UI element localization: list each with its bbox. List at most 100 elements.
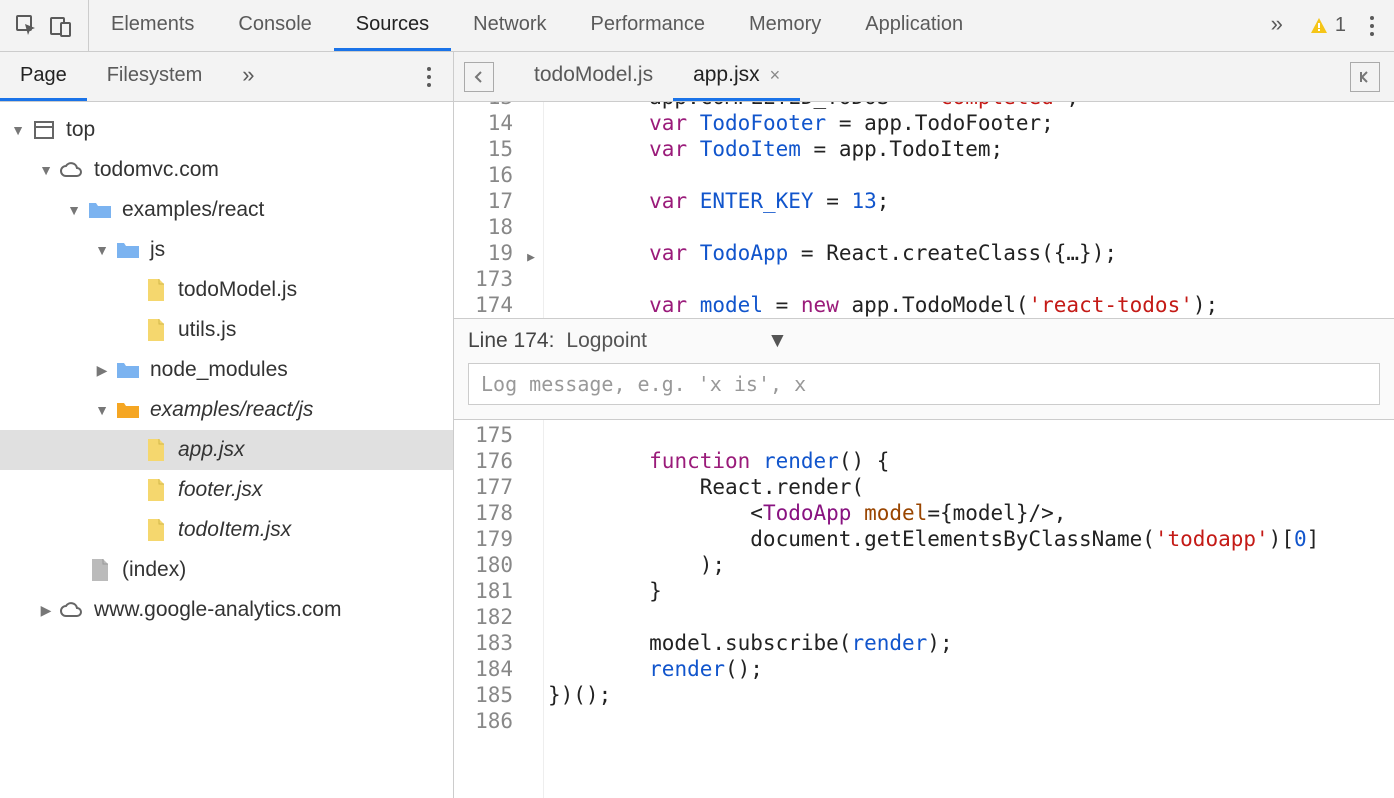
tree-item[interactable]: ▶ node_modules [0,350,453,390]
show-debugger-button[interactable] [1350,62,1380,92]
line-number[interactable]: 173 [454,266,513,292]
tab-memory[interactable]: Memory [727,0,843,51]
cloud-icon [58,156,86,184]
code-line[interactable]: app.COMPLETED_TODOS = 'completed'; [544,102,1394,110]
code-line[interactable]: <TodoApp model={model}/>, [544,500,1394,526]
code-line[interactable]: ); [544,552,1394,578]
code-line[interactable]: } [544,578,1394,604]
tab-network[interactable]: Network [451,0,568,51]
code-line[interactable]: })(); [544,682,1394,708]
line-number[interactable]: 178 [454,500,513,526]
line-number[interactable]: 185 [454,682,513,708]
code-line[interactable]: var ENTER_KEY = 13; [544,188,1394,214]
line-number[interactable]: 17 [454,188,513,214]
navigator-sidebar: PageFilesystem» ▼top▼todomvc.com▼example… [0,52,454,798]
overflow-tabs-icon[interactable]: » [1257,11,1297,40]
gutter[interactable]: 13141516171819▶173174 [454,102,544,318]
fold-marker-icon[interactable]: ▶ [527,245,535,271]
file-tab[interactable]: app.jsx× [673,52,800,101]
code-lines[interactable]: function render() { React.render( <TodoA… [544,420,1394,798]
close-tab-icon[interactable]: × [770,65,781,86]
line-number[interactable]: 175 [454,422,513,448]
overflow-tabs-icon[interactable]: » [222,52,274,101]
tree-item-label: node_modules [150,358,288,382]
tab-sources[interactable]: Sources [334,0,451,51]
tab-console[interactable]: Console [216,0,333,51]
tree-disclosure-arrow[interactable]: ▶ [94,362,110,379]
warnings-badge[interactable]: 1 [1309,14,1346,37]
file-tab-label: todoModel.js [534,63,653,87]
line-number[interactable]: 180 [454,552,513,578]
line-number[interactable]: 183 [454,630,513,656]
file-tab[interactable]: todoModel.js [514,52,673,101]
navigator-tabs: PageFilesystem» [0,52,453,102]
code-lines[interactable]: app.COMPLETED_TODOS = 'completed'; var T… [544,102,1394,318]
line-number[interactable]: 176 [454,448,513,474]
tree-item-label: top [66,118,95,142]
tab-application[interactable]: Application [843,0,985,51]
navigator-menu-icon[interactable] [419,67,439,87]
code-block-top: 13141516171819▶173174 app.COMPLETED_TODO… [454,102,1394,318]
tree-item[interactable]: ▼ top [0,110,453,150]
editor-tab-bar: todoModel.js app.jsx× [454,52,1394,102]
tree-item[interactable]: ▼examples/react [0,190,453,230]
line-number[interactable]: 177 [454,474,513,500]
logpoint-input[interactable]: Log message, e.g. 'x is', x [468,363,1380,405]
tree-item[interactable]: utils.js [0,310,453,350]
tree-item-label: todoItem.jsx [178,518,291,542]
tab-elements[interactable]: Elements [89,0,216,51]
tree-item[interactable]: (index) [0,550,453,590]
code-line[interactable] [544,422,1394,448]
tree-item[interactable]: todoModel.js [0,270,453,310]
code-line[interactable]: React.render( [544,474,1394,500]
navigator-tab-filesystem[interactable]: Filesystem [87,52,223,101]
tab-performance[interactable]: Performance [569,0,728,51]
tree-item[interactable]: footer.jsx [0,470,453,510]
tree-disclosure-arrow[interactable]: ▼ [38,162,54,178]
code-line[interactable]: var model = new app.TodoModel('react-tod… [544,292,1394,318]
code-line[interactable]: render(); [544,656,1394,682]
tree-item[interactable]: app.jsx [0,430,453,470]
settings-menu-icon[interactable] [1362,16,1382,36]
code-line[interactable]: function render() { [544,448,1394,474]
line-number[interactable]: 179 [454,526,513,552]
line-number[interactable]: 186 [454,708,513,734]
code-line[interactable]: var TodoItem = app.TodoItem; [544,136,1394,162]
tree-item[interactable]: ▼js [0,230,453,270]
line-number[interactable]: 181 [454,578,513,604]
line-number[interactable]: 184 [454,656,513,682]
breakpoint-type-select[interactable]: Logpoint ▼ [566,329,787,353]
code-line[interactable]: var TodoFooter = app.TodoFooter; [544,110,1394,136]
code-line[interactable] [544,162,1394,188]
code-line[interactable]: var TodoApp = React.createClass({…}); [544,240,1394,266]
code-line[interactable] [544,708,1394,734]
code-line[interactable] [544,604,1394,630]
tree-item[interactable]: ▼examples/react/js [0,390,453,430]
tree-disclosure-arrow[interactable]: ▼ [94,402,110,418]
navigator-tab-page[interactable]: Page [0,52,87,101]
code-line[interactable] [544,214,1394,240]
tree-disclosure-arrow[interactable]: ▼ [10,122,26,138]
device-toolbar-icon[interactable] [44,9,78,43]
line-number[interactable]: 13 [454,102,513,110]
code-line[interactable]: document.getElementsByClassName('todoapp… [544,526,1394,552]
tree-item[interactable]: ▶www.google-analytics.com [0,590,453,630]
file-yellow-icon [142,276,170,304]
line-number[interactable]: 19▶ [454,240,513,266]
line-number[interactable]: 16 [454,162,513,188]
line-number[interactable]: 182 [454,604,513,630]
tree-disclosure-arrow[interactable]: ▼ [94,242,110,258]
tree-disclosure-arrow[interactable]: ▼ [66,202,82,218]
nav-back-button[interactable] [464,62,494,92]
inspect-element-icon[interactable] [10,9,44,43]
line-number[interactable]: 14 [454,110,513,136]
line-number[interactable]: 18 [454,214,513,240]
tree-item[interactable]: ▼todomvc.com [0,150,453,190]
tree-item[interactable]: todoItem.jsx [0,510,453,550]
gutter[interactable]: 175176177178179180181182183184185186 [454,420,544,798]
code-line[interactable] [544,266,1394,292]
tree-disclosure-arrow[interactable]: ▶ [38,602,54,619]
code-line[interactable]: model.subscribe(render); [544,630,1394,656]
line-number[interactable]: 15 [454,136,513,162]
line-number[interactable]: 174 [454,292,513,318]
